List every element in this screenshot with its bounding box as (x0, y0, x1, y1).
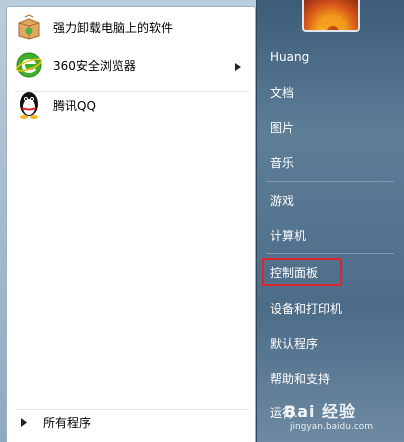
qq-penguin-icon (13, 89, 45, 121)
user-name-link[interactable]: Huang (262, 43, 398, 71)
all-programs-label: 所有程序 (43, 416, 92, 430)
watermark-url: jingyan.baidu.com (290, 422, 374, 432)
games-link[interactable]: 游戏 (262, 186, 398, 214)
places-separator (266, 253, 394, 254)
program-label: 360安全浏览器 (53, 58, 136, 73)
programs-panel: 强力卸载电脑上的软件 360安全浏览器 腾讯QQ 所有程序 (6, 6, 256, 442)
program-label: 强力卸载电脑上的软件 (53, 20, 174, 35)
devices-printers-link[interactable]: 设备和打印机 (262, 294, 398, 322)
submenu-arrow-icon[interactable] (235, 60, 241, 74)
watermark-brand: Bai 经验 (284, 402, 357, 421)
default-programs-link[interactable]: 默认程序 (262, 329, 398, 357)
program-label: 腾讯QQ (53, 98, 96, 113)
documents-link[interactable]: 文档 (262, 78, 398, 106)
control-panel-link[interactable]: 控制面板 (262, 258, 342, 286)
help-support-link[interactable]: 帮助和支持 (262, 364, 398, 392)
baidu-watermark: Bai 经验 jingyan.baidu.com (284, 396, 402, 440)
right-arrow-icon (21, 416, 27, 430)
computer-link[interactable]: 计算机 (262, 221, 398, 249)
start-menu: 强力卸载电脑上的软件 360安全浏览器 腾讯QQ 所有程序 Huang 文档 图… (0, 0, 404, 442)
all-programs-button[interactable]: 所有程序 (15, 409, 249, 435)
program-item-uninstaller[interactable]: 强力卸载电脑上的软件 (11, 9, 251, 45)
user-avatar[interactable] (302, 0, 360, 32)
360-browser-icon (13, 49, 45, 81)
program-item-360-browser[interactable]: 360安全浏览器 (11, 47, 251, 83)
program-item-qq[interactable]: 腾讯QQ (11, 87, 251, 123)
pictures-link[interactable]: 图片 (262, 113, 398, 141)
uninstall-box-icon (13, 11, 45, 43)
places-separator (266, 181, 394, 182)
music-link[interactable]: 音乐 (262, 148, 398, 176)
